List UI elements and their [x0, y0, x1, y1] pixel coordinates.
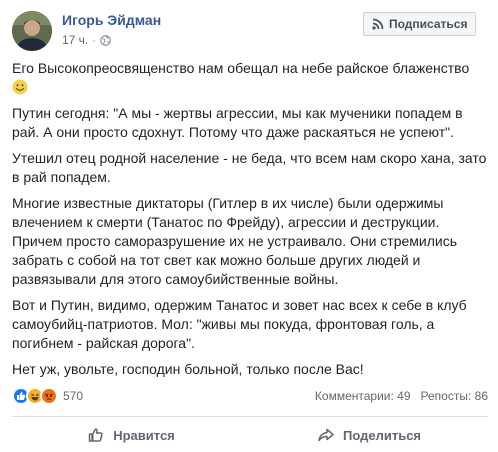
rss-icon	[372, 18, 384, 30]
post-meta: 17 ч. ·	[62, 33, 112, 47]
share-button[interactable]: Поделиться	[250, 420, 488, 450]
share-label: Поделиться	[342, 427, 422, 443]
globe-icon	[100, 34, 112, 46]
post-body: Его Высокопреосвященство нам обещал на н…	[12, 59, 488, 386]
reactions-summary[interactable]: 570	[12, 387, 83, 405]
reactions-count[interactable]: 570	[63, 389, 83, 403]
actions-divider	[12, 416, 488, 417]
comments-count[interactable]: Комментарии: 49	[315, 389, 411, 403]
like-button[interactable]: Нравится	[12, 420, 250, 450]
paragraph-text: Его Высокопреосвященство нам обещал на н…	[12, 60, 470, 76]
facebook-post: Игорь Эйдман 17 ч. · Подписаться Его Выс…	[0, 0, 498, 452]
author-name[interactable]: Игорь Эйдман	[62, 12, 161, 28]
smiley-emoji-icon	[12, 79, 28, 95]
shares-count[interactable]: Репосты: 86	[421, 389, 488, 403]
post-actions: Нравится Поделиться	[12, 420, 488, 450]
post-paragraph: Утешил отец родной население - не беда, …	[12, 150, 487, 185]
thumbs-up-icon	[87, 426, 105, 444]
angry-icon	[40, 387, 58, 405]
share-arrow-icon	[317, 426, 335, 444]
post-paragraph: Путин сегодня: "А мы - жертвы агрессии, …	[12, 105, 463, 140]
avatar[interactable]	[12, 11, 52, 51]
post-stats-bar: 570 Комментарии: 49 Репосты: 86	[12, 386, 488, 406]
subscribe-label: Подписаться	[389, 17, 468, 31]
post-paragraph: Вот и Путин, видимо, одержим Танатос и з…	[12, 297, 467, 351]
post-timestamp[interactable]: 17 ч.	[62, 33, 88, 47]
post-paragraph: Многие известные диктаторы (Гитлер в их …	[12, 195, 458, 287]
avatar-image	[12, 11, 52, 51]
subscribe-button[interactable]: Подписаться	[363, 12, 477, 36]
post-paragraph: Нет уж, увольте, господин больной, тольк…	[12, 361, 364, 377]
like-label: Нравится	[113, 427, 175, 443]
post-paragraph: Его Высокопреосвященство нам обещал на н…	[12, 59, 488, 97]
meta-separator: ·	[92, 33, 97, 47]
